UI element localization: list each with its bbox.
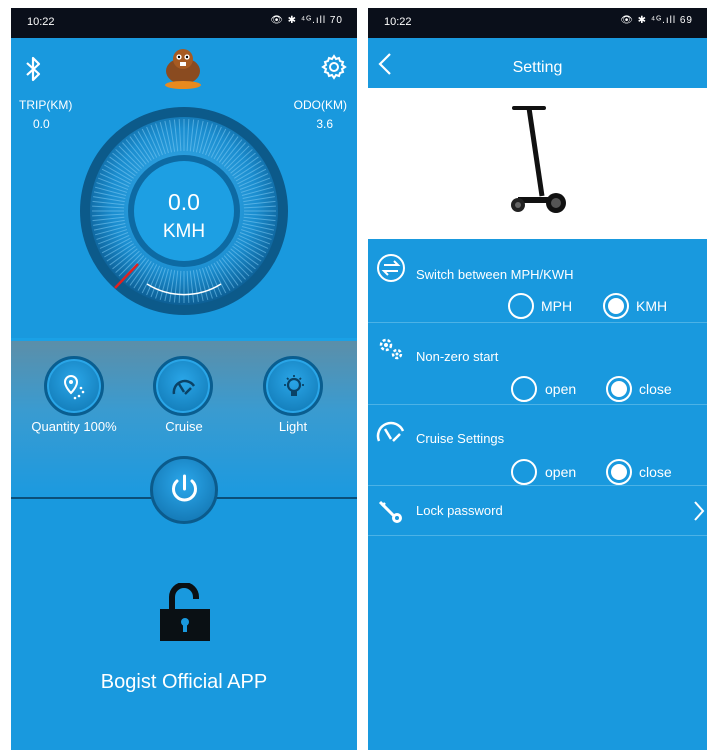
switch-arrows-icon [377, 254, 405, 282]
scooter-image-panel [368, 88, 707, 239]
speed-unit: KMH [162, 221, 206, 242]
status-time: 10:22 [27, 16, 55, 28]
nav-header: Setting [368, 38, 707, 88]
mph-label: MPH [541, 298, 573, 314]
app-title: Bogist Official APP [100, 671, 268, 693]
quantity-label: Quantity 100% [31, 419, 117, 434]
non-zero-start-label: Non-zero start [416, 349, 499, 364]
status-icons: 👁 ✱ ⁴ᴳ.ıll 69 [620, 15, 693, 26]
non-zero-close-label: close [639, 381, 672, 397]
non-zero-close-radio[interactable] [606, 376, 632, 402]
mph-radio[interactable] [508, 293, 534, 319]
non-zero-open-radio[interactable] [511, 376, 537, 402]
cruise-label: Cruise [165, 419, 203, 434]
kmh-radio[interactable] [603, 293, 629, 319]
cruise-close-label: close [639, 464, 672, 480]
cruise-settings-label: Cruise Settings [416, 431, 505, 446]
cruise-open-radio[interactable] [511, 459, 537, 485]
power-icon [172, 474, 197, 502]
location-battery-icon [63, 374, 85, 400]
speed-value: 0.0 [168, 189, 200, 215]
bluetooth-icon[interactable] [21, 55, 45, 83]
trip-label: TRIP(KM) [19, 98, 73, 112]
unit-switch-row: Switch between MPH/KWH MPH KMH [368, 239, 707, 323]
status-time: 10:22 [384, 16, 412, 28]
page-title: Setting [512, 59, 563, 76]
quantity-button[interactable] [44, 356, 104, 416]
odo-label: ODO(KM) [293, 98, 347, 112]
scooter-image [511, 106, 566, 213]
light-button[interactable] [263, 356, 323, 416]
lock-password-row[interactable]: Lock password [368, 486, 707, 536]
status-bar: 10:22 👁 ✱ ⁴ᴳ.ıll 69 [368, 8, 707, 38]
status-bar: 10:22 👁 ✱ ⁴ᴳ.ıll 70 [11, 8, 357, 38]
lock-password-label: Lock password [416, 503, 503, 518]
gears-icon [379, 338, 403, 360]
power-button[interactable] [150, 456, 218, 524]
beaver-logo [165, 49, 201, 89]
non-zero-open-label: open [545, 381, 577, 397]
settings-screen: 10:22 👁 ✱ ⁴ᴳ.ıll 69 Setting Switch betwe… [368, 8, 707, 750]
key-icon [378, 500, 402, 523]
kmh-label: KMH [636, 298, 668, 314]
cruise-open-label: open [545, 464, 577, 480]
bulb-icon [284, 375, 304, 396]
unit-switch-label: Switch between MPH/KWH [416, 267, 574, 282]
chevron-right-icon [694, 501, 705, 521]
divider [11, 338, 357, 341]
trip-value: 0.0 [33, 117, 50, 131]
cruise-close-radio[interactable] [606, 459, 632, 485]
non-zero-start-row: Non-zero start open close [368, 323, 707, 405]
gear-icon[interactable] [320, 53, 348, 81]
main-screen: 10:22 👁 ✱ ⁴ᴳ.ıll 70 TRIP(KM) 0.0 ODO(KM)… [11, 8, 357, 750]
cruise-button[interactable] [153, 356, 213, 416]
odo-value: 3.6 [316, 117, 333, 131]
status-icons: 👁 ✱ ⁴ᴳ.ıll 70 [270, 15, 343, 26]
cruise-icon [376, 421, 405, 442]
light-label: Light [278, 419, 308, 434]
unlock-icon[interactable] [158, 583, 212, 643]
cruise-settings-row: Cruise Settings open close [368, 405, 707, 486]
cruise-icon [172, 379, 196, 395]
